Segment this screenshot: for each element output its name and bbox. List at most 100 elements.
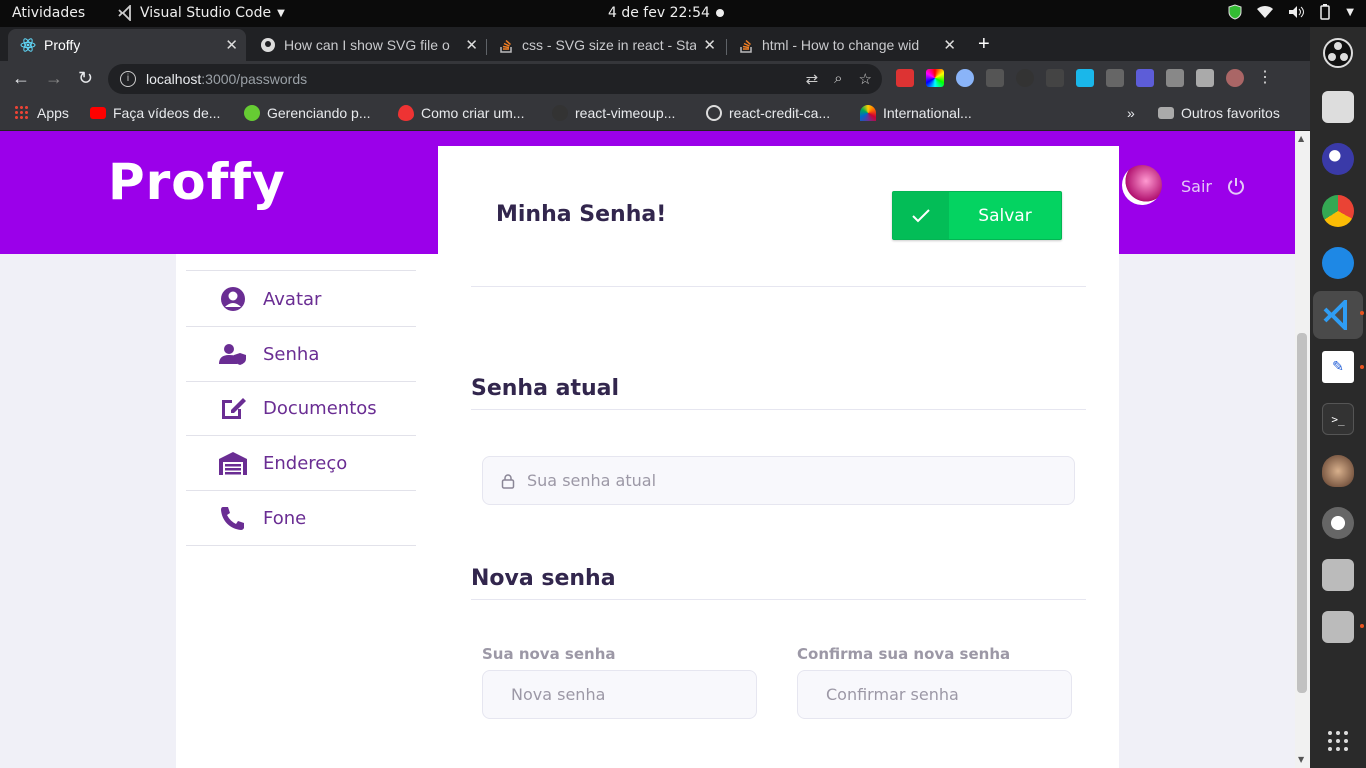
bookmark-label: Apps [37, 105, 69, 121]
more-bookmarks-button[interactable]: » [1127, 105, 1135, 121]
app-menu[interactable]: Visual Studio Code ▼ [118, 5, 285, 21]
flame-icon [398, 105, 414, 121]
wifi-icon[interactable] [1256, 5, 1274, 19]
sidebar-item-label: Endereço [263, 452, 348, 474]
tab-proffy[interactable]: Proffy ✕ [8, 29, 246, 61]
bookmark-youtube[interactable]: Faça vídeos de... [90, 105, 220, 121]
check-icon [893, 192, 949, 239]
sidebar-divider [186, 254, 416, 271]
translate-icon[interactable]: ⇄ [806, 70, 819, 88]
bookmark-react-vimeo[interactable]: react-vimeoup... [552, 105, 675, 121]
shield-icon[interactable] [1228, 4, 1242, 20]
tab-github[interactable]: How can I show SVG file o ✕ [248, 29, 486, 61]
extension-icon[interactable] [1016, 69, 1034, 87]
info-icon[interactable]: i [120, 71, 136, 87]
lock-icon [501, 473, 515, 489]
confirm-password-input[interactable]: Confirmar senha [797, 670, 1072, 719]
battery-icon[interactable] [1318, 4, 1332, 20]
show-apps-icon[interactable] [1322, 725, 1354, 757]
avatar[interactable] [1122, 165, 1162, 205]
gimp-icon[interactable] [1322, 507, 1354, 539]
logout-button[interactable]: Sair [1181, 176, 1246, 196]
extension-icon[interactable] [956, 69, 974, 87]
bookmark-apps[interactable]: Apps [14, 105, 69, 121]
divider [471, 409, 1086, 410]
activities-button[interactable]: Atividades [12, 5, 85, 21]
zoom-icon[interactable]: ⌕ [834, 70, 842, 88]
running-indicator [1360, 624, 1364, 628]
browser-icon[interactable] [1322, 143, 1354, 175]
volume-icon[interactable] [1288, 5, 1305, 19]
sidebar-item-fone[interactable]: Fone [186, 491, 416, 546]
forward-icon[interactable]: → [45, 68, 63, 89]
close-icon[interactable]: ✕ [703, 36, 716, 54]
bookmark-star-icon[interactable]: ☆ [859, 70, 872, 88]
reload-icon[interactable]: ↻ [78, 68, 93, 89]
system-top-bar: Atividades Visual Studio Code ▼ 4 de fev… [0, 0, 1366, 27]
address-bar[interactable]: i localhost:3000/passwords ⇄ ⌕ ☆ [108, 64, 882, 94]
bookmark-label: react-vimeoup... [575, 105, 676, 121]
extension-icon[interactable] [986, 69, 1004, 87]
react-icon [20, 37, 36, 53]
bookmark-gerenciando[interactable]: Gerenciando p... [244, 105, 371, 121]
chevron-down-icon[interactable]: ▼ [1346, 7, 1354, 18]
puzzle-icon[interactable] [1196, 69, 1214, 87]
bookmark-react-credit[interactable]: react-credit-ca... [706, 105, 830, 121]
disk-icon[interactable] [1322, 611, 1354, 643]
tab-title: css - SVG size in react - Sta [522, 37, 696, 53]
save-button[interactable]: Salvar [892, 191, 1062, 240]
divider [471, 286, 1086, 287]
close-icon[interactable]: ✕ [943, 36, 956, 54]
new-tab-button[interactable]: + [978, 33, 990, 56]
scrollbar-thumb[interactable] [1297, 333, 1307, 693]
user-circle-icon [219, 285, 247, 313]
close-icon[interactable]: ✕ [465, 36, 478, 54]
settings-sidebar: Avatar Senha Documentos Endereço Fone [176, 254, 438, 768]
terminal-icon[interactable]: >_ [1322, 403, 1354, 435]
extension-icon[interactable] [1046, 69, 1064, 87]
close-icon[interactable]: ✕ [225, 36, 238, 54]
disk-icon[interactable] [1322, 559, 1354, 591]
tab-title: Proffy [44, 37, 81, 53]
chrome-icon[interactable] [1322, 195, 1354, 227]
bookmark-label: Como criar um... [421, 105, 525, 121]
other-favorites-folder[interactable]: Outros favoritos [1158, 105, 1280, 121]
app-icon[interactable] [1322, 455, 1354, 487]
system-tray[interactable]: ▼ [1228, 4, 1354, 20]
vimeo-icon[interactable] [1076, 69, 1094, 87]
kebab-menu-icon[interactable]: ⋮ [1256, 69, 1274, 87]
profile-avatar[interactable] [1226, 69, 1244, 87]
scroll-up-icon[interactable]: ▲ [1298, 134, 1304, 143]
new-password-label: Sua nova senha [482, 645, 616, 663]
page-scrollbar[interactable]: ▲ ▼ [1295, 131, 1310, 768]
extension-icon[interactable] [896, 69, 914, 87]
extension-icon[interactable] [926, 69, 944, 87]
new-password-input[interactable]: Nova senha [482, 670, 757, 719]
bookmark-international[interactable]: International... [860, 105, 972, 121]
tab-stackoverflow-svg[interactable]: css - SVG size in react - Sta ✕ [486, 29, 724, 61]
stackoverflow-icon [498, 37, 514, 53]
sidebar-item-avatar[interactable]: Avatar [186, 272, 416, 327]
app-icon[interactable] [1322, 247, 1354, 279]
files-icon[interactable] [1322, 91, 1354, 123]
sidebar-item-senha[interactable]: Senha [186, 327, 416, 382]
tab-stackoverflow-html[interactable]: html - How to change wid ✕ [726, 29, 964, 61]
sidebar-item-documentos[interactable]: Documentos [186, 381, 416, 436]
extension-icon[interactable] [1106, 69, 1124, 87]
notification-dot-icon [716, 9, 724, 17]
current-password-input[interactable]: Sua senha atual [482, 456, 1075, 505]
vscode-icon[interactable] [1313, 291, 1363, 339]
chevron-down-icon: ▼ [277, 7, 285, 19]
extension-icon[interactable] [1166, 69, 1184, 87]
url-host: localhost [146, 71, 202, 87]
proffy-logo[interactable]: Proffy [108, 153, 286, 211]
text-editor-icon[interactable]: ✎ [1322, 351, 1354, 383]
extension-icon[interactable] [1136, 69, 1154, 87]
bookmark-como-criar[interactable]: Como criar um... [398, 105, 524, 121]
sidebar-item-endereco[interactable]: Endereço [186, 436, 416, 491]
obs-icon[interactable] [1322, 37, 1354, 69]
tab-strip: Proffy ✕ How can I show SVG file o ✕ css… [0, 27, 1310, 61]
back-icon[interactable]: ← [12, 68, 30, 89]
clock[interactable]: 4 de fev 22:54 [608, 5, 710, 21]
scroll-down-icon[interactable]: ▼ [1298, 755, 1304, 764]
